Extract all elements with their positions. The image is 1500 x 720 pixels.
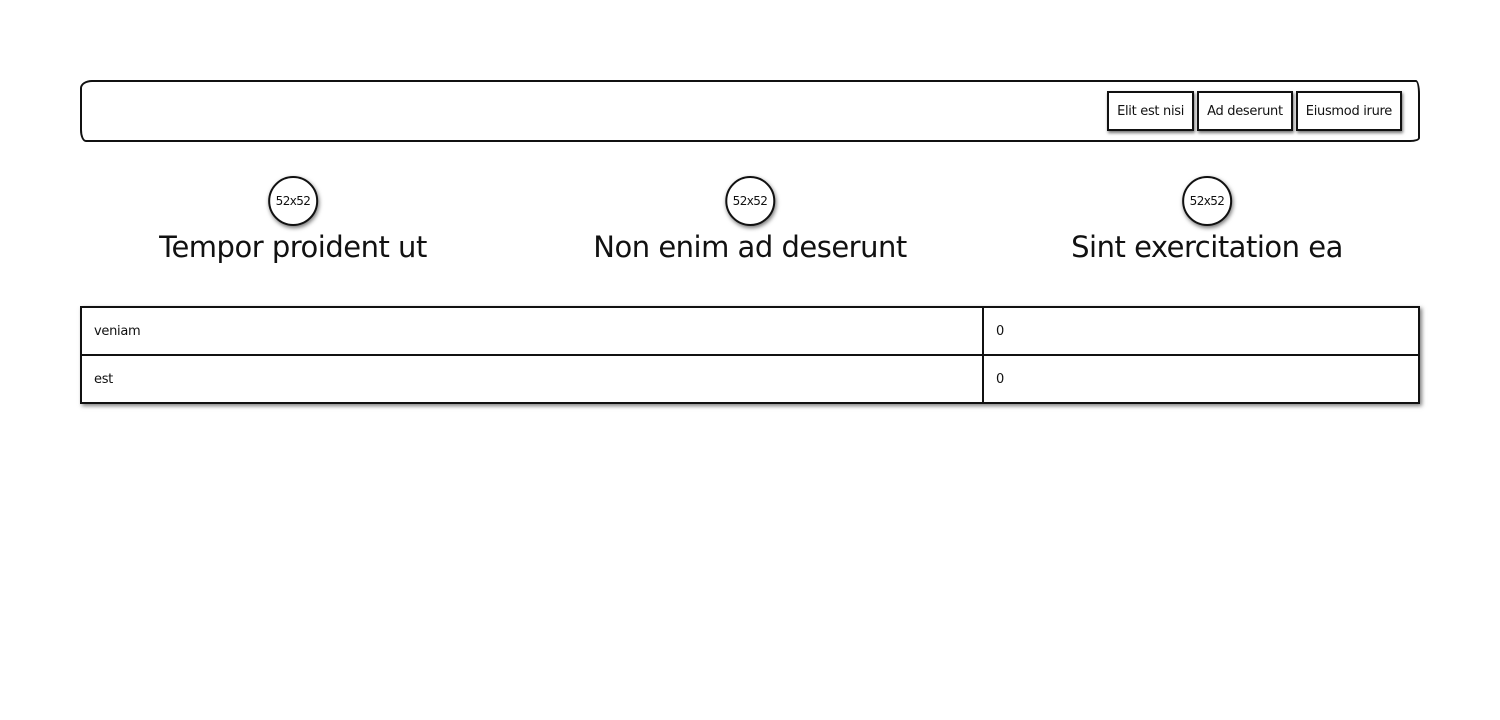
- table-row: veniam 0: [80, 306, 1420, 356]
- feature-image-placeholder: 52x52: [267, 176, 318, 226]
- table-cell-value: 0: [982, 306, 1420, 356]
- nav-button-eiusmod-irure[interactable]: Eiusmod irure: [1295, 91, 1402, 131]
- nav-button-elit-est-nisi[interactable]: Elit est nisi: [1107, 91, 1195, 131]
- table-cell-value: 0: [982, 354, 1420, 404]
- feature-title: Sint exercitation ea: [1071, 230, 1343, 264]
- feature-image-placeholder: 52x52: [1181, 176, 1232, 226]
- nav-group: Elit est nisi Ad deserunt Eiusmod irure: [1104, 91, 1402, 131]
- table-row: est 0: [80, 354, 1420, 404]
- feature-title: Non enim ad deserunt: [593, 230, 907, 264]
- table-cell-label: est: [80, 354, 984, 404]
- feature-title: Tempor proident ut: [159, 230, 427, 264]
- table-cell-label: veniam: [80, 306, 984, 356]
- feature-column: 52x52 Non enim ad deserunt: [593, 176, 907, 264]
- data-table: veniam 0 est 0: [80, 306, 1420, 404]
- nav-button-ad-deserunt[interactable]: Ad deserunt: [1197, 91, 1293, 131]
- page: Elit est nisi Ad deserunt Eiusmod irure …: [0, 0, 1500, 720]
- feature-column: 52x52 Tempor proident ut: [159, 176, 427, 264]
- feature-column: 52x52 Sint exercitation ea: [1071, 176, 1343, 264]
- header-bar: Elit est nisi Ad deserunt Eiusmod irure: [80, 80, 1420, 142]
- feature-image-placeholder: 52x52: [725, 176, 775, 226]
